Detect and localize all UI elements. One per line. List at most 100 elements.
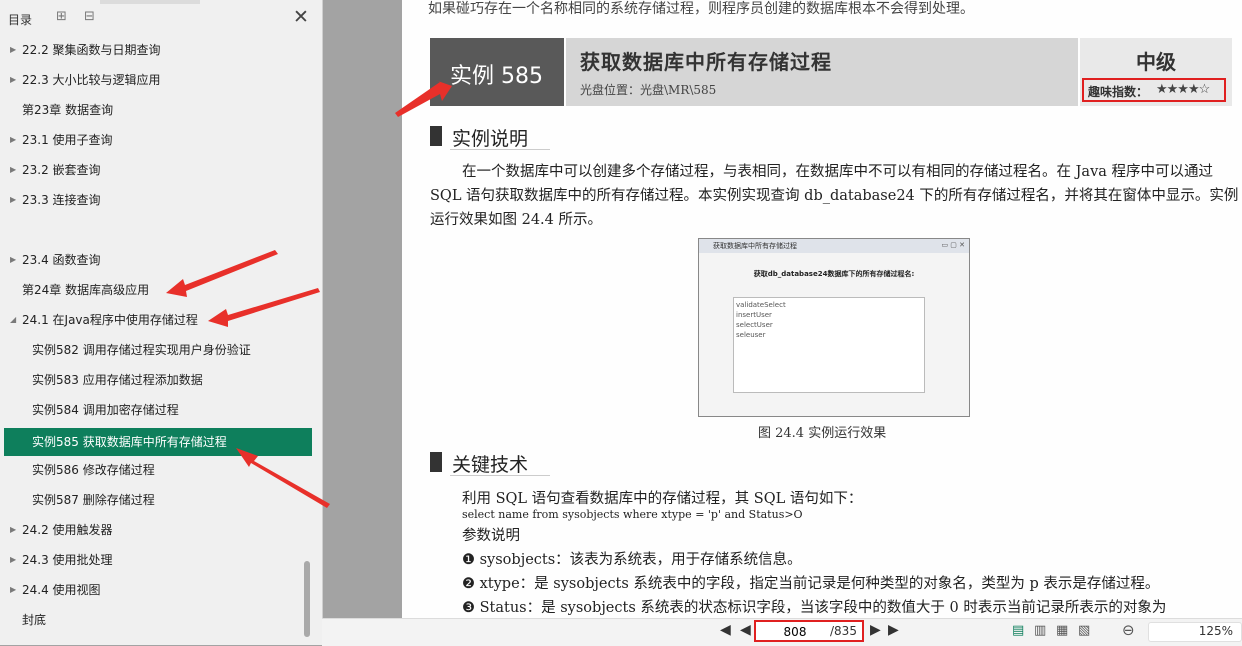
section-marker <box>430 126 442 146</box>
toc-item[interactable]: ▶ 24.4 使用视图 <box>4 576 312 604</box>
example-banner: 实例 585 获取数据库中所有存储过程 光盘位置：光盘\MR\585 中级 趣味… <box>430 38 1232 106</box>
close-icon[interactable]: ✕ <box>293 6 309 28</box>
toc-item-label: 实例587 删除存储过程 <box>32 493 155 507</box>
caret-right-icon[interactable]: ▶ <box>10 186 16 214</box>
figure-window-title: 获取数据库中所有存储过程 <box>713 242 797 250</box>
toc-item[interactable]: 实例583 应用存储过程添加数据 <box>4 366 312 394</box>
caret-right-icon[interactable]: ▶ <box>10 156 16 184</box>
last-page-icon[interactable]: ▶ <box>888 622 899 638</box>
caret-right-icon[interactable]: ▶ <box>10 546 16 574</box>
toc-item-selected[interactable]: 实例585 获取数据库中所有存储过程 <box>4 428 312 456</box>
figure-label: 获取db_database24数据库下的所有存储过程名: <box>753 270 915 278</box>
page-top-text: 如果碰巧存在一个名称相同的系统存储过程，则程序员创建的数据库根本不会得到处理。 <box>428 1 974 17</box>
page-total: /835 <box>830 624 857 638</box>
toc-item-label: 23.1 使用子查询 <box>22 133 113 147</box>
toc-item[interactable]: ▶ 23.3 连接查询 <box>4 186 312 214</box>
fun-index-label: 趣味指数： <box>1088 85 1149 99</box>
toc-item-label: 实例586 修改存储过程 <box>32 463 155 477</box>
toc-item-label: 24.2 使用触发器 <box>22 523 113 537</box>
document-page: 如果碰巧存在一个名称相同的系统存储过程，则程序员创建的数据库根本不会得到处理。 … <box>402 0 1242 618</box>
caret-right-icon[interactable]: ▶ <box>10 36 16 64</box>
caret-right-icon[interactable]: ▶ <box>10 576 16 604</box>
toc-item-label: 实例584 调用加密存储过程 <box>32 403 179 417</box>
section-title: 实例说明 <box>452 128 529 150</box>
param-title: 参数说明 <box>462 528 520 544</box>
paragraph-text: 在一个数据库中可以创建多个存储过程，与表相同，在数据库中不可以有相同的存储过程名… <box>430 164 1239 228</box>
section-paragraph: 在一个数据库中可以创建多个存储过程，与表相同，在数据库中不可以有相同的存储过程名… <box>430 160 1240 232</box>
fun-index-highlight: 趣味指数： ★★★★☆ <box>1082 78 1226 102</box>
section-underline <box>450 475 550 476</box>
section-underline <box>450 149 550 150</box>
zoom-level-field[interactable]: 125% <box>1148 622 1242 642</box>
toc-item[interactable]: 第23章 数据查询 <box>4 96 312 124</box>
toc-item[interactable]: ▶ 24.3 使用批处理 <box>4 546 312 574</box>
toc-item[interactable]: ▶ 22.2 聚集函数与日期查询 <box>4 36 312 64</box>
single-page-view-icon[interactable]: ▤ <box>1012 623 1024 638</box>
list-item: seleuser <box>736 331 766 339</box>
toc-item[interactable]: 实例584 调用加密存储过程 <box>4 396 312 424</box>
toc-item-label: 实例585 获取数据库中所有存储过程 <box>32 435 227 449</box>
first-page-icon[interactable]: ◀ <box>720 622 731 638</box>
toc-item-label: 24.4 使用视图 <box>22 583 101 597</box>
section-paragraph: 利用 SQL 语句查看数据库中的存储过程，其 SQL 语句如下： <box>462 491 863 507</box>
caret-down-icon[interactable]: ◢ <box>10 306 16 334</box>
toc-item-label: 24.1 在Java程序中使用存储过程 <box>22 313 198 327</box>
example-level: 中级 <box>1136 50 1176 74</box>
example-location: 光盘位置：光盘\MR\585 <box>580 83 717 97</box>
expand-all-icon[interactable]: ⊞ <box>56 9 67 24</box>
next-page-icon[interactable]: ▶ <box>870 622 881 638</box>
caret-right-icon[interactable]: ▶ <box>10 246 16 274</box>
example-id-block: 实例 585 <box>430 38 564 106</box>
figure-caption: 图 24.4 实例运行效果 <box>758 426 887 441</box>
double-page-view-icon[interactable]: ▥ <box>1034 623 1046 638</box>
grid-view-icon[interactable]: ▧ <box>1078 623 1090 638</box>
sidebar-toolbar: 目录 ⊞ ⊟ ✕ <box>0 0 322 36</box>
toc-item[interactable]: ▶ 23.1 使用子查询 <box>4 126 312 154</box>
toc-item[interactable]: 实例587 删除存储过程 <box>4 486 312 514</box>
toc-sidebar: 目录 ⊞ ⊟ ✕ ▶ 22.2 聚集函数与日期查询 ▶ 22.3 大小比较与逻辑… <box>0 0 323 645</box>
figure-screenshot: 获取数据库中所有存储过程 ▭ ▢ ✕ 获取db_database24数据库下的所… <box>698 238 970 417</box>
toc-item[interactable]: 实例582 调用存储过程实现用户身份验证 <box>4 336 312 364</box>
collapse-all-icon[interactable]: ⊟ <box>84 9 95 24</box>
toc-item-label: 23.3 连接查询 <box>22 193 101 207</box>
code-line: select name from sysobjects where xtype … <box>462 508 803 521</box>
zoom-level: 125% <box>1198 624 1233 638</box>
section-title: 关键技术 <box>452 454 529 476</box>
caret-right-icon[interactable]: ▶ <box>10 126 16 154</box>
toc-item[interactable]: ▶ 23.2 嵌套查询 <box>4 156 312 184</box>
page-number-highlight: /835 <box>754 620 864 642</box>
toc-item-label: 24.3 使用批处理 <box>22 553 113 567</box>
window-controls-icon: ▭ ▢ ✕ <box>941 241 965 249</box>
example-level-block: 中级 趣味指数： ★★★★☆ <box>1080 38 1232 106</box>
param-line: ❸ Status：是 sysobjects 系统表的状态标识字段，当该字段中的数… <box>462 600 1167 616</box>
toc-item[interactable]: ▶ 23.4 函数查询 <box>4 246 312 274</box>
toc-item-label: 23.2 嵌套查询 <box>22 163 101 177</box>
example-id: 实例 585 <box>450 64 543 89</box>
toc-item[interactable]: ◢ 24.1 在Java程序中使用存储过程 <box>4 306 312 334</box>
toc-item-label: 23.4 函数查询 <box>22 253 101 267</box>
zoom-out-icon[interactable]: ⊖ <box>1122 621 1135 639</box>
continuous-view-icon[interactable]: ▦ <box>1056 623 1068 638</box>
toc-item-label: 第23章 数据查询 <box>22 103 114 117</box>
toc-item-label: 封底 <box>22 613 47 627</box>
sidebar-title: 目录 <box>8 13 33 27</box>
caret-right-icon[interactable]: ▶ <box>10 516 16 544</box>
toc-item[interactable]: 封底 <box>4 606 312 634</box>
toc-item[interactable]: 实例586 修改存储过程 <box>4 456 312 484</box>
figure-listbox: validateSelect insertUser selectUser sel… <box>733 297 925 393</box>
list-item: selectUser <box>736 321 773 329</box>
toc-item[interactable]: 第24章 数据库高级应用 <box>4 276 312 304</box>
toc-item-label: 第24章 数据库高级应用 <box>22 283 150 297</box>
prev-page-icon[interactable]: ◀ <box>740 622 751 638</box>
figure-titlebar: 获取数据库中所有存储过程 ▭ ▢ ✕ <box>699 239 969 253</box>
toc-item-label: 22.2 聚集函数与日期查询 <box>22 43 161 57</box>
list-item: insertUser <box>736 311 772 319</box>
toc-item-label: 实例582 调用存储过程实现用户身份验证 <box>32 343 251 357</box>
example-title: 获取数据库中所有存储过程 <box>580 50 832 74</box>
caret-right-icon[interactable]: ▶ <box>10 66 16 94</box>
bottom-toolbar: ◀ ◀ /835 ▶ ▶ ▤ ▥ ▦ ▧ ⊖ 125% <box>322 618 1242 646</box>
toc-item[interactable]: ▶ 24.2 使用触发器 <box>4 516 312 544</box>
sidebar-scrollbar[interactable] <box>304 561 310 637</box>
toc-item[interactable]: ▶ 22.3 大小比较与逻辑应用 <box>4 66 312 94</box>
page-number-input[interactable] <box>762 623 828 641</box>
